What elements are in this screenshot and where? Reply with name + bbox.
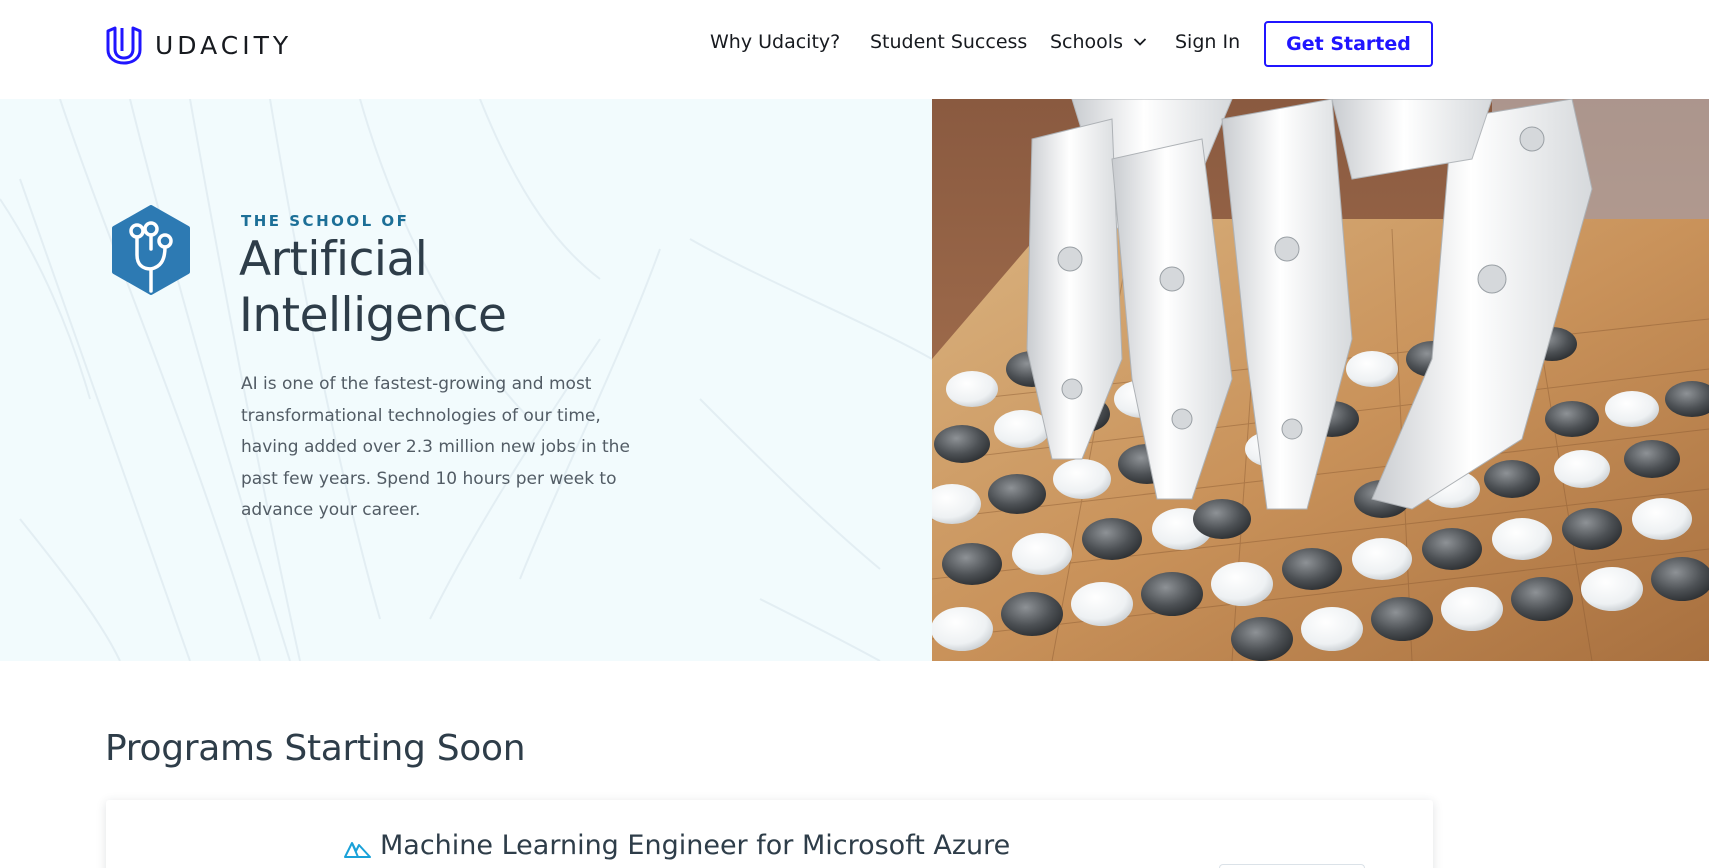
nav-student-success[interactable]: Student Success: [870, 31, 1027, 53]
site-header: UDACITY Why Udacity? Student Success Sch…: [0, 0, 1709, 99]
programs-section-title: Programs Starting Soon: [105, 728, 526, 769]
chevron-down-icon: [1133, 38, 1147, 46]
program-action-button[interactable]: [1219, 864, 1365, 868]
udacity-u-logo-icon: [106, 26, 142, 65]
program-card[interactable]: Machine Learning Engineer for Microsoft …: [106, 800, 1433, 868]
school-description: AI is one of the fastest-growing and mos…: [241, 374, 630, 520]
hero-text-panel: THE SCHOOL OF Artificial Intelligence AI…: [0, 99, 932, 661]
nav-schools-label: Schools: [1050, 31, 1123, 53]
udacity-logo[interactable]: UDACITY: [105, 25, 292, 65]
program-name[interactable]: Machine Learning Engineer for Microsoft …: [380, 830, 1010, 861]
nav-schools-dropdown[interactable]: Schools: [1050, 31, 1147, 53]
nav-why-udacity[interactable]: Why Udacity?: [710, 31, 840, 53]
robot-hand-playing-go-image: [932, 99, 1709, 661]
get-started-button[interactable]: Get Started: [1264, 21, 1433, 67]
ai-circuit-hexagon-icon: [112, 205, 190, 295]
azure-logo-icon: [344, 842, 371, 858]
brand-name: UDACITY: [155, 30, 293, 60]
school-eyebrow: THE SCHOOL OF: [241, 212, 410, 230]
school-title: Artificial Intelligence: [239, 232, 507, 343]
hero-illustration: [932, 99, 1709, 661]
nav-sign-in[interactable]: Sign In: [1175, 31, 1240, 53]
school-hero: THE SCHOOL OF Artificial Intelligence AI…: [0, 99, 1709, 661]
